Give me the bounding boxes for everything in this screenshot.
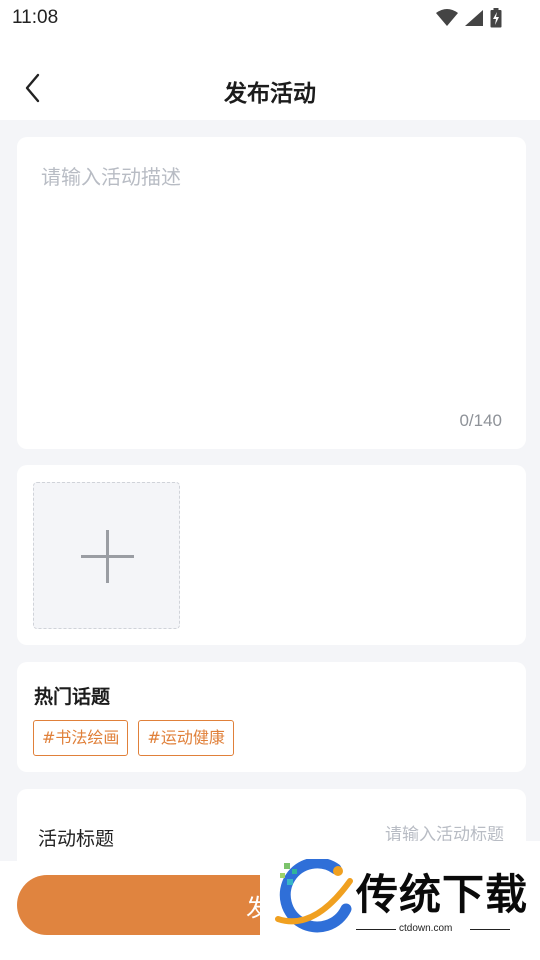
watermark-url: ctdown.com xyxy=(399,923,453,934)
description-placeholder: 请输入活动描述 xyxy=(41,165,181,189)
add-image-button[interactable] xyxy=(33,482,180,629)
signal-icon xyxy=(465,10,483,26)
status-time: 11:08 xyxy=(12,7,59,28)
watermark: 传统下载 ctdown.com xyxy=(260,841,540,938)
status-icons xyxy=(436,8,502,28)
image-upload-card xyxy=(17,465,526,645)
topic-tag[interactable]: #运动健康 xyxy=(138,720,234,756)
status-bar: 11:08 xyxy=(0,0,540,38)
activity-title-label: 活动标题 xyxy=(38,828,115,850)
character-counter: 0/140 xyxy=(459,411,502,430)
hot-topics-title: 热门话题 xyxy=(34,686,111,708)
description-textarea[interactable]: 请输入活动描述 0/140 xyxy=(17,137,526,449)
battery-charging-icon xyxy=(490,8,502,28)
topic-tags: #书法绘画 #运动健康 xyxy=(33,720,234,756)
nav-bar: 发布活动 xyxy=(0,38,540,120)
watermark-text: 传统下载 xyxy=(356,870,529,919)
page-title: 发布活动 xyxy=(224,81,316,107)
watermark-logo-icon xyxy=(275,859,353,933)
wifi-icon xyxy=(436,9,458,26)
topic-tag[interactable]: #书法绘画 xyxy=(33,720,129,756)
hot-topics-card: 热门话题 #书法绘画 #运动健康 xyxy=(17,662,526,772)
